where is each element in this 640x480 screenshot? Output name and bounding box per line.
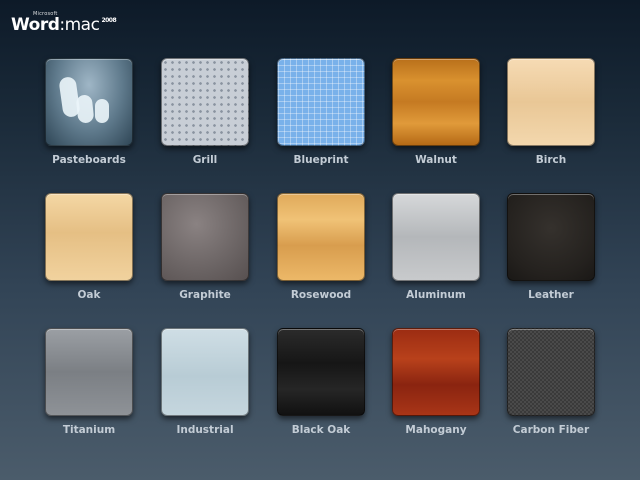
template-carbon-fiber[interactable]: Carbon Fiber [507, 328, 595, 436]
app-logo: Microsoft Word:mac 2008 [11, 11, 117, 35]
template-black-oak[interactable]: Black Oak [277, 328, 365, 436]
template-swatch[interactable] [45, 193, 133, 281]
template-grill[interactable]: Grill [161, 58, 249, 166]
template-pasteboards[interactable]: Pasteboards [45, 58, 133, 166]
vendor-label: Microsoft [33, 11, 58, 17]
template-swatch[interactable] [161, 58, 249, 146]
product-name: Word [11, 15, 60, 35]
template-swatch[interactable] [161, 328, 249, 416]
template-oak[interactable]: Oak [45, 193, 133, 301]
template-label: Birch [535, 154, 567, 166]
template-swatch[interactable] [507, 328, 595, 416]
template-swatch[interactable] [507, 58, 595, 146]
word-logo-icon [58, 73, 119, 131]
template-rosewood[interactable]: Rosewood [277, 193, 365, 301]
template-swatch[interactable] [277, 193, 365, 281]
template-swatch[interactable] [45, 58, 133, 146]
platform-name: :mac [59, 15, 100, 35]
template-swatch[interactable] [277, 58, 365, 146]
template-label: Carbon Fiber [512, 424, 590, 436]
template-titanium[interactable]: Titanium [45, 328, 133, 436]
template-swatch[interactable] [161, 193, 249, 281]
version-year: 2008 [101, 17, 117, 24]
template-blueprint[interactable]: Blueprint [277, 58, 365, 166]
template-industrial[interactable]: Industrial [161, 328, 249, 436]
template-swatch[interactable] [392, 328, 480, 416]
template-walnut[interactable]: Walnut [392, 58, 480, 166]
template-mahogany[interactable]: Mahogany [392, 328, 480, 436]
template-label: Leather [528, 289, 574, 301]
template-aluminum[interactable]: Aluminum [392, 193, 480, 301]
template-swatch[interactable] [507, 193, 595, 281]
template-leather[interactable]: Leather [507, 193, 595, 301]
template-birch[interactable]: Birch [507, 58, 595, 166]
template-swatch[interactable] [392, 193, 480, 281]
template-swatch[interactable] [392, 58, 480, 146]
template-graphite[interactable]: Graphite [161, 193, 249, 301]
template-swatch[interactable] [277, 328, 365, 416]
template-swatch[interactable] [45, 328, 133, 416]
